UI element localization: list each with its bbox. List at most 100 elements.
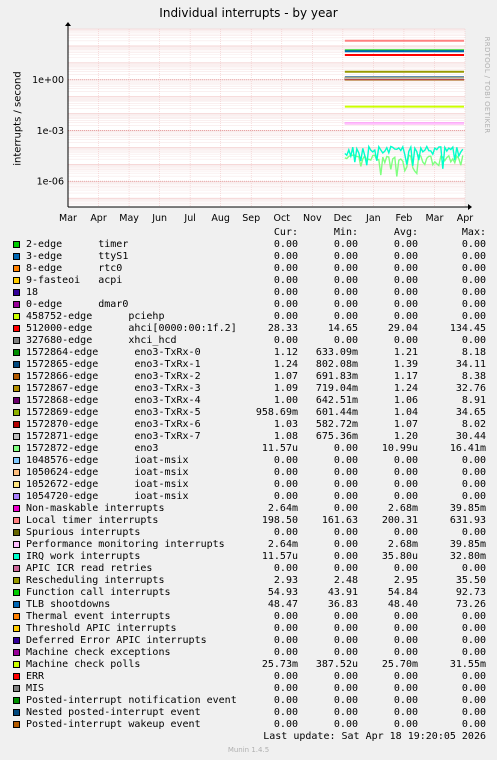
legend-row: 2-edge timer 0.00 0.00 0.00 0.00 xyxy=(0,239,497,251)
legend-row: 1052672-edge ioat-msix 0.00 0.00 0.00 0.00 xyxy=(0,479,497,491)
legend-swatch xyxy=(13,421,20,428)
legend-value-avg: 0.00 xyxy=(393,671,418,682)
legend-value-avg: 0.00 xyxy=(393,335,418,346)
legend-value-max: 34.65 xyxy=(455,407,486,418)
legend-label: 1054720-edge ioat-msix xyxy=(26,491,189,502)
legend-value-max: 0.00 xyxy=(461,287,486,298)
legend-row: 327680-edge xhci_hcd 0.00 0.00 0.00 0.00 xyxy=(0,335,497,347)
legend-value-max: 0.00 xyxy=(461,299,486,310)
legend-label: Function call interrupts xyxy=(26,587,171,598)
legend-label: ERR xyxy=(26,671,45,682)
legend-swatch xyxy=(13,673,20,680)
legend-row: TLB shootdowns 48.47 36.83 48.40 73.26 xyxy=(0,599,497,611)
legend-value-avg: 0.00 xyxy=(393,635,418,646)
legend-value-avg: 0.00 xyxy=(393,239,418,250)
legend-swatch xyxy=(13,601,20,608)
legend-swatch xyxy=(13,565,20,572)
legend-header: Cur: Min: Avg: Max: xyxy=(0,227,497,239)
col-header-avg: Avg: xyxy=(393,227,418,238)
legend-value-avg: 0.00 xyxy=(393,611,418,622)
x-tick-label: Sep xyxy=(242,213,260,224)
legend-value-avg: 1.07 xyxy=(393,419,418,430)
y-axis-arrow xyxy=(65,22,71,26)
legend-swatch xyxy=(13,445,20,452)
legend-label: 1050624-edge ioat-msix xyxy=(26,467,189,478)
legend-value-avg: 0.00 xyxy=(393,695,418,706)
legend-swatch xyxy=(13,649,20,656)
legend-swatch xyxy=(13,709,20,716)
x-tick-label: Mar xyxy=(425,213,443,224)
legend-value-max: 73.26 xyxy=(455,599,486,610)
legend-value-avg: 0.00 xyxy=(393,299,418,310)
legend-swatch xyxy=(13,613,20,620)
x-tick-label: Apr xyxy=(457,213,474,224)
legend-swatch xyxy=(13,253,20,260)
legend-swatch xyxy=(13,373,20,380)
legend-label: Non-maskable interrupts xyxy=(26,503,165,514)
legend-label: Local timer interrupts xyxy=(26,515,159,526)
legend-label: 0-edge dmar0 xyxy=(26,299,129,310)
legend-swatch xyxy=(13,397,20,404)
legend-label: Rescheduling interrupts xyxy=(26,575,165,586)
legend-row: Machine check exceptions 0.00 0.00 0.00 0.00 xyxy=(0,647,497,659)
legend-value-max: 32.76 xyxy=(455,383,486,394)
legend-swatch xyxy=(13,385,20,392)
legend-value-max: 8.02 xyxy=(461,419,486,430)
last-update: Last update: Sat Apr 18 19:20:05 2026 xyxy=(263,731,486,742)
legend-row: 18 0.00 0.00 0.00 0.00 xyxy=(0,287,497,299)
legend-row: APIC ICR read retries 0.00 0.00 0.00 0.00 xyxy=(0,563,497,575)
legend-swatch xyxy=(13,289,20,296)
legend-row: 512000-edge ahci[0000:00:1f.2] 28.33 14.65… xyxy=(0,323,497,335)
legend-value-avg: 1.20 xyxy=(393,431,418,442)
legend-swatch xyxy=(13,337,20,344)
legend-row: Threshold APIC interrupts 0.00 0.00 0.00 0.0… xyxy=(0,623,497,635)
legend-swatch xyxy=(13,325,20,332)
legend-value-max: 0.00 xyxy=(461,635,486,646)
legend-swatch xyxy=(13,661,20,668)
legend-label: Thermal event interrupts xyxy=(26,611,171,622)
legend-value-max: 39.85m xyxy=(449,539,486,550)
legend-value-max: 0.00 xyxy=(461,479,486,490)
legend-value-avg: 0.00 xyxy=(393,311,418,322)
legend-value-max: 134.45 xyxy=(449,323,486,334)
legend-value-max: 0.00 xyxy=(461,239,486,250)
legend-value-avg: 0.00 xyxy=(393,491,418,502)
legend-label: 3-edge ttyS1 xyxy=(26,251,129,262)
legend-swatch xyxy=(13,685,20,692)
legend-value-avg: 29.04 xyxy=(387,323,418,334)
legend-label: Machine check polls xyxy=(26,659,141,670)
x-tick-label: Dec xyxy=(334,213,352,224)
legend-swatch xyxy=(13,313,20,320)
legend-label: Machine check exceptions xyxy=(26,647,171,658)
legend-value-avg: 1.06 xyxy=(393,395,418,406)
munin-version: Munin 1.4.5 xyxy=(227,746,270,754)
legend-label: 458752-edge pciehp xyxy=(26,311,165,322)
legend-value-avg: 0.00 xyxy=(393,647,418,658)
legend-row: 1048576-edge ioat-msix 0.00 0.00 0.00 0.00 xyxy=(0,455,497,467)
legend-value-avg: 1.39 xyxy=(393,359,418,370)
legend-swatch xyxy=(13,541,20,548)
legend-value-max: 0.00 xyxy=(461,683,486,694)
legend-value-avg: 48.40 xyxy=(387,599,418,610)
legend-label: Threshold APIC interrupts xyxy=(26,623,177,634)
legend-value-avg: 2.68m xyxy=(387,539,418,550)
legend-label: 327680-edge xhci_hcd xyxy=(26,335,177,346)
legend-value-max: 31.55m xyxy=(449,659,486,670)
legend-value-max: 0.00 xyxy=(461,467,486,478)
legend-value-max: 16.41m xyxy=(449,443,486,454)
legend-swatch xyxy=(13,553,20,560)
legend-value-max: 0.00 xyxy=(461,455,486,466)
legend-label: 1048576-edge ioat-msix xyxy=(26,455,189,466)
legend-value-avg: 200.31 xyxy=(381,515,418,526)
legend-row: Posted-interrupt wakeup event 0.00 0.00 0.0… xyxy=(0,719,497,731)
legend-swatch xyxy=(13,265,20,272)
legend-row: Performance monitoring interrupts 2.64m 0.… xyxy=(0,539,497,551)
legend-value-avg: 2.95 xyxy=(393,575,418,586)
legend-value-max: 0.00 xyxy=(461,719,486,730)
legend-row: Posted-interrupt notification event 0.00 0… xyxy=(0,695,497,707)
legend-label: 1572869-edge eno3-TxRx-5 xyxy=(26,407,201,418)
legend-value-max: 0.00 xyxy=(461,695,486,706)
legend-row: 1572869-edge eno3-TxRx-5 958.69m 601.44m 1.… xyxy=(0,407,497,419)
legend-row: 1572865-edge eno3-TxRx-1 1.24 802.08m 1.39 3… xyxy=(0,359,497,371)
legend-label: 1572870-edge eno3-TxRx-6 xyxy=(26,419,201,430)
